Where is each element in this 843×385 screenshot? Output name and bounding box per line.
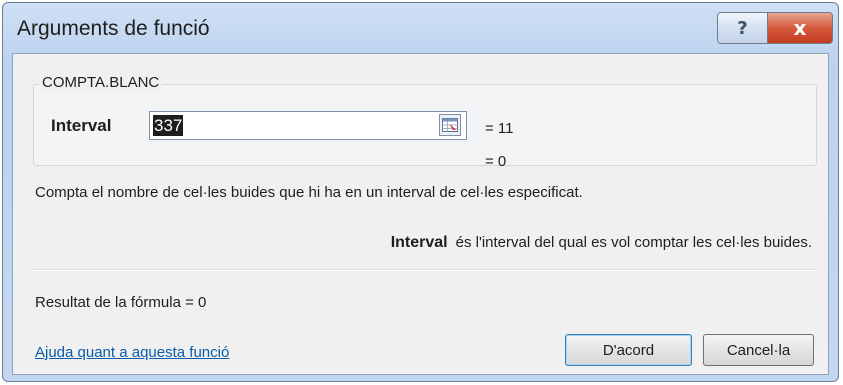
parameter-help: Interval és l'interval del qual es vol co… [391, 234, 812, 252]
argument-result: = 11 [485, 120, 514, 137]
help-link[interactable]: Ajuda quant a aquesta funció [35, 344, 229, 361]
parameter-name: Interval [390, 234, 448, 251]
ok-button[interactable]: D'acord [565, 334, 692, 366]
function-description: Compta el nombre de cel·les buides que h… [35, 184, 583, 201]
function-name: COMPTA.BLANC [39, 74, 163, 91]
question-icon: ? [737, 17, 748, 39]
range-selector-button[interactable] [439, 114, 461, 136]
title-bar[interactable]: Arguments de funció ? x [3, 3, 838, 53]
help-button[interactable]: ? [717, 12, 768, 44]
close-icon: x [793, 16, 807, 40]
dialog-body: COMPTA.BLANC Interval 337 = 11 = 0 Compt… [12, 53, 829, 375]
collapse-dialog-icon [442, 118, 458, 132]
interval-input-value: 337 [153, 115, 184, 136]
function-result: = 0 [485, 153, 507, 170]
argument-label: Interval [51, 116, 112, 135]
window-title: Arguments de funció [17, 17, 210, 40]
function-arguments-dialog: Arguments de funció ? x COMPTA.BLANC Int… [2, 2, 839, 382]
parameter-description: és l'interval del qual es vol comptar le… [455, 234, 812, 251]
interval-input[interactable]: 337 [149, 111, 467, 140]
divider [33, 269, 817, 271]
close-button[interactable]: x [767, 12, 833, 44]
formula-result: Resultat de la fórmula = 0 [35, 294, 207, 311]
cancel-button[interactable]: Cancel·la [703, 334, 814, 366]
